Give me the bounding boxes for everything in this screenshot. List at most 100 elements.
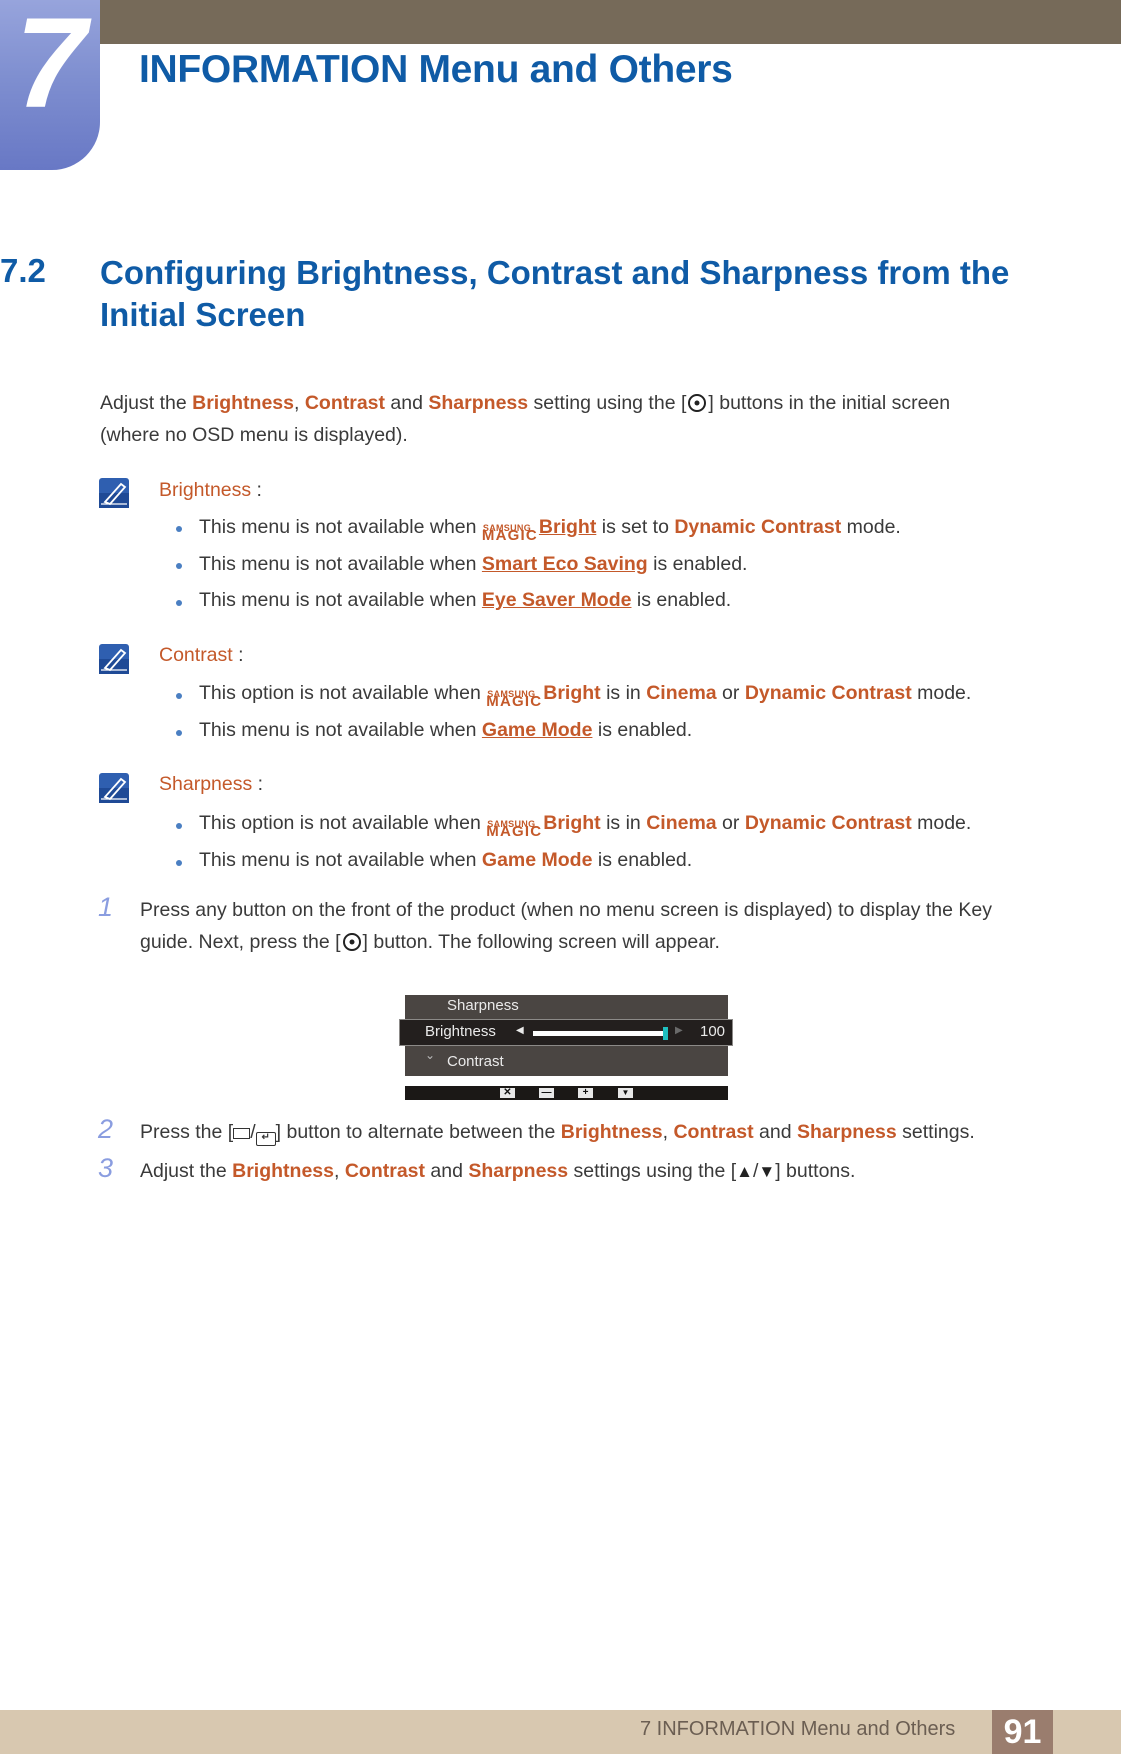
text: guide. Next, press the [ bbox=[140, 931, 341, 953]
term-dynamic-contrast: Dynamic Contrast bbox=[744, 682, 912, 704]
text: Press the [ bbox=[140, 1121, 234, 1143]
term-sharpness: Sharpness bbox=[468, 1160, 569, 1182]
text: ] buttons in the initial screen bbox=[708, 392, 951, 414]
term-brightness: Brightness bbox=[560, 1121, 663, 1143]
text: mode. bbox=[841, 516, 901, 538]
bullet-dot bbox=[176, 730, 182, 736]
samsung-magic-logo: SAMSUNG MAGIC bbox=[486, 680, 543, 710]
term-brightness: Brightness bbox=[232, 1160, 334, 1182]
text: is in bbox=[600, 682, 647, 704]
text: is enabled. bbox=[592, 719, 693, 741]
intro-line-2: (where no OSD menu is displayed). bbox=[100, 424, 408, 446]
text: Adjust the bbox=[140, 1160, 233, 1182]
text: This menu is not available when bbox=[199, 849, 482, 871]
osd-down-key-icon: ▼ bbox=[618, 1088, 633, 1098]
term-magic-bright: Bright bbox=[543, 682, 601, 704]
text: This menu is not available when bbox=[199, 719, 482, 741]
text: mode. bbox=[911, 682, 972, 704]
term-contrast: Contrast bbox=[673, 1121, 754, 1143]
bullet-dot bbox=[176, 823, 182, 829]
text: This menu is not available when bbox=[199, 516, 482, 538]
text: and bbox=[385, 392, 429, 414]
step-1-line-2: guide. Next, press the [ ] button. The fo… bbox=[140, 926, 720, 958]
step-3-text: Adjust the Brightness, Contrast and Shar… bbox=[140, 1155, 855, 1188]
list-item: This menu is not available when Smart Ec… bbox=[199, 548, 747, 580]
link-eye-saver-mode[interactable]: Eye Saver Mode bbox=[482, 589, 632, 611]
link-smart-eco-saving[interactable]: Smart Eco Saving bbox=[482, 553, 648, 575]
note-title-text: Brightness bbox=[159, 479, 252, 501]
note-sharpness-title: Sharpness : bbox=[159, 768, 263, 800]
text: and bbox=[425, 1160, 469, 1182]
text: / bbox=[250, 1121, 256, 1143]
text: is enabled. bbox=[631, 589, 732, 611]
osd-close-key-icon: ✕ bbox=[500, 1088, 515, 1098]
osd-item-brightness: Brightness bbox=[425, 1023, 496, 1040]
osd-right-arrow-icon: ▶ bbox=[675, 1025, 683, 1036]
step-1-line-1: Press any button on the front of the pro… bbox=[140, 899, 992, 921]
note-pencil-icon bbox=[99, 773, 129, 803]
osd-item-sharpness: Sharpness bbox=[447, 997, 519, 1014]
text: , bbox=[662, 1121, 674, 1143]
text: This menu is not available when bbox=[199, 553, 482, 575]
chapter-top-bar bbox=[0, 0, 1121, 44]
text: is in bbox=[600, 812, 647, 834]
term-dynamic-contrast: Dynamic Contrast bbox=[674, 516, 842, 538]
osd-left-arrow-icon: ◀ bbox=[516, 1025, 524, 1036]
text: and bbox=[753, 1121, 798, 1143]
text: or bbox=[716, 812, 745, 834]
term-sharpness: Sharpness bbox=[428, 392, 529, 414]
step-2-text: Press the [ / ↵] button to alternate betwe… bbox=[140, 1116, 975, 1148]
bullet-dot bbox=[176, 600, 182, 606]
text: Adjust the bbox=[100, 392, 193, 414]
term-contrast: Contrast bbox=[344, 1160, 426, 1182]
step-number: 3 bbox=[98, 1153, 114, 1183]
osd-key-guide bbox=[405, 1086, 728, 1100]
text: mode. bbox=[911, 812, 972, 834]
intro-line-1: Adjust the Brightness, Contrast and Shar… bbox=[100, 387, 950, 419]
samsung-magic-logo: SAMSUNG MAGIC bbox=[482, 514, 539, 544]
osd-item-contrast: Contrast bbox=[447, 1053, 504, 1070]
note-brightness-title: Brightness : bbox=[159, 474, 262, 506]
list-item: This menu is not available when Eye Save… bbox=[199, 584, 731, 616]
up-arrow-icon: ▲ bbox=[736, 1162, 753, 1181]
bullet-dot bbox=[176, 693, 182, 699]
text: ] button to alternate between the bbox=[275, 1121, 561, 1143]
footer-chapter-title: 7 INFORMATION Menu and Others bbox=[640, 1718, 956, 1740]
osd-slider-track bbox=[533, 1031, 666, 1036]
text: ] buttons. bbox=[775, 1160, 856, 1182]
section-title: Configuring Brightness, Contrast and Sha… bbox=[100, 254, 1010, 333]
note-pencil-icon bbox=[99, 644, 129, 674]
return-button-icon bbox=[233, 1128, 251, 1139]
osd-slider-thumb bbox=[663, 1027, 668, 1040]
section-number: 7.2 bbox=[0, 252, 46, 289]
text: : bbox=[252, 773, 264, 795]
term-game-mode: Game Mode bbox=[481, 849, 593, 871]
list-item: This option is not available when SAMSUN… bbox=[199, 677, 972, 710]
text: , bbox=[334, 1160, 345, 1182]
text: , bbox=[294, 392, 305, 414]
down-arrow-icon: ▼ bbox=[758, 1162, 776, 1181]
jog-button-icon bbox=[342, 933, 361, 951]
page-number: 91 bbox=[992, 1710, 1053, 1754]
list-item: This option is not available when SAMSUN… bbox=[199, 807, 972, 840]
term-cinema: Cinema bbox=[646, 812, 717, 834]
text: This option is not available when bbox=[199, 812, 487, 834]
osd-value: 100 bbox=[700, 1023, 726, 1040]
text: : bbox=[251, 479, 262, 501]
step-number: 1 bbox=[98, 892, 114, 922]
note-title-text: Sharpness bbox=[159, 773, 253, 795]
enter-button-icon: ↵ bbox=[255, 1132, 276, 1146]
osd-plus-key-icon: + bbox=[578, 1088, 593, 1098]
text: is enabled. bbox=[592, 849, 693, 871]
bullet-dot bbox=[176, 526, 182, 532]
link-magic-bright[interactable]: Bright bbox=[539, 516, 596, 538]
text: is enabled. bbox=[647, 553, 748, 575]
text: settings using the [ bbox=[568, 1160, 737, 1182]
note-title-text: Contrast bbox=[159, 644, 233, 666]
text: ] button. The following screen will appe… bbox=[362, 931, 720, 953]
text: : bbox=[232, 644, 244, 666]
note-pencil-icon bbox=[99, 478, 129, 508]
link-game-mode[interactable]: Game Mode bbox=[482, 719, 593, 741]
text: settings. bbox=[896, 1121, 975, 1143]
note-contrast-title: Contrast : bbox=[159, 639, 244, 671]
